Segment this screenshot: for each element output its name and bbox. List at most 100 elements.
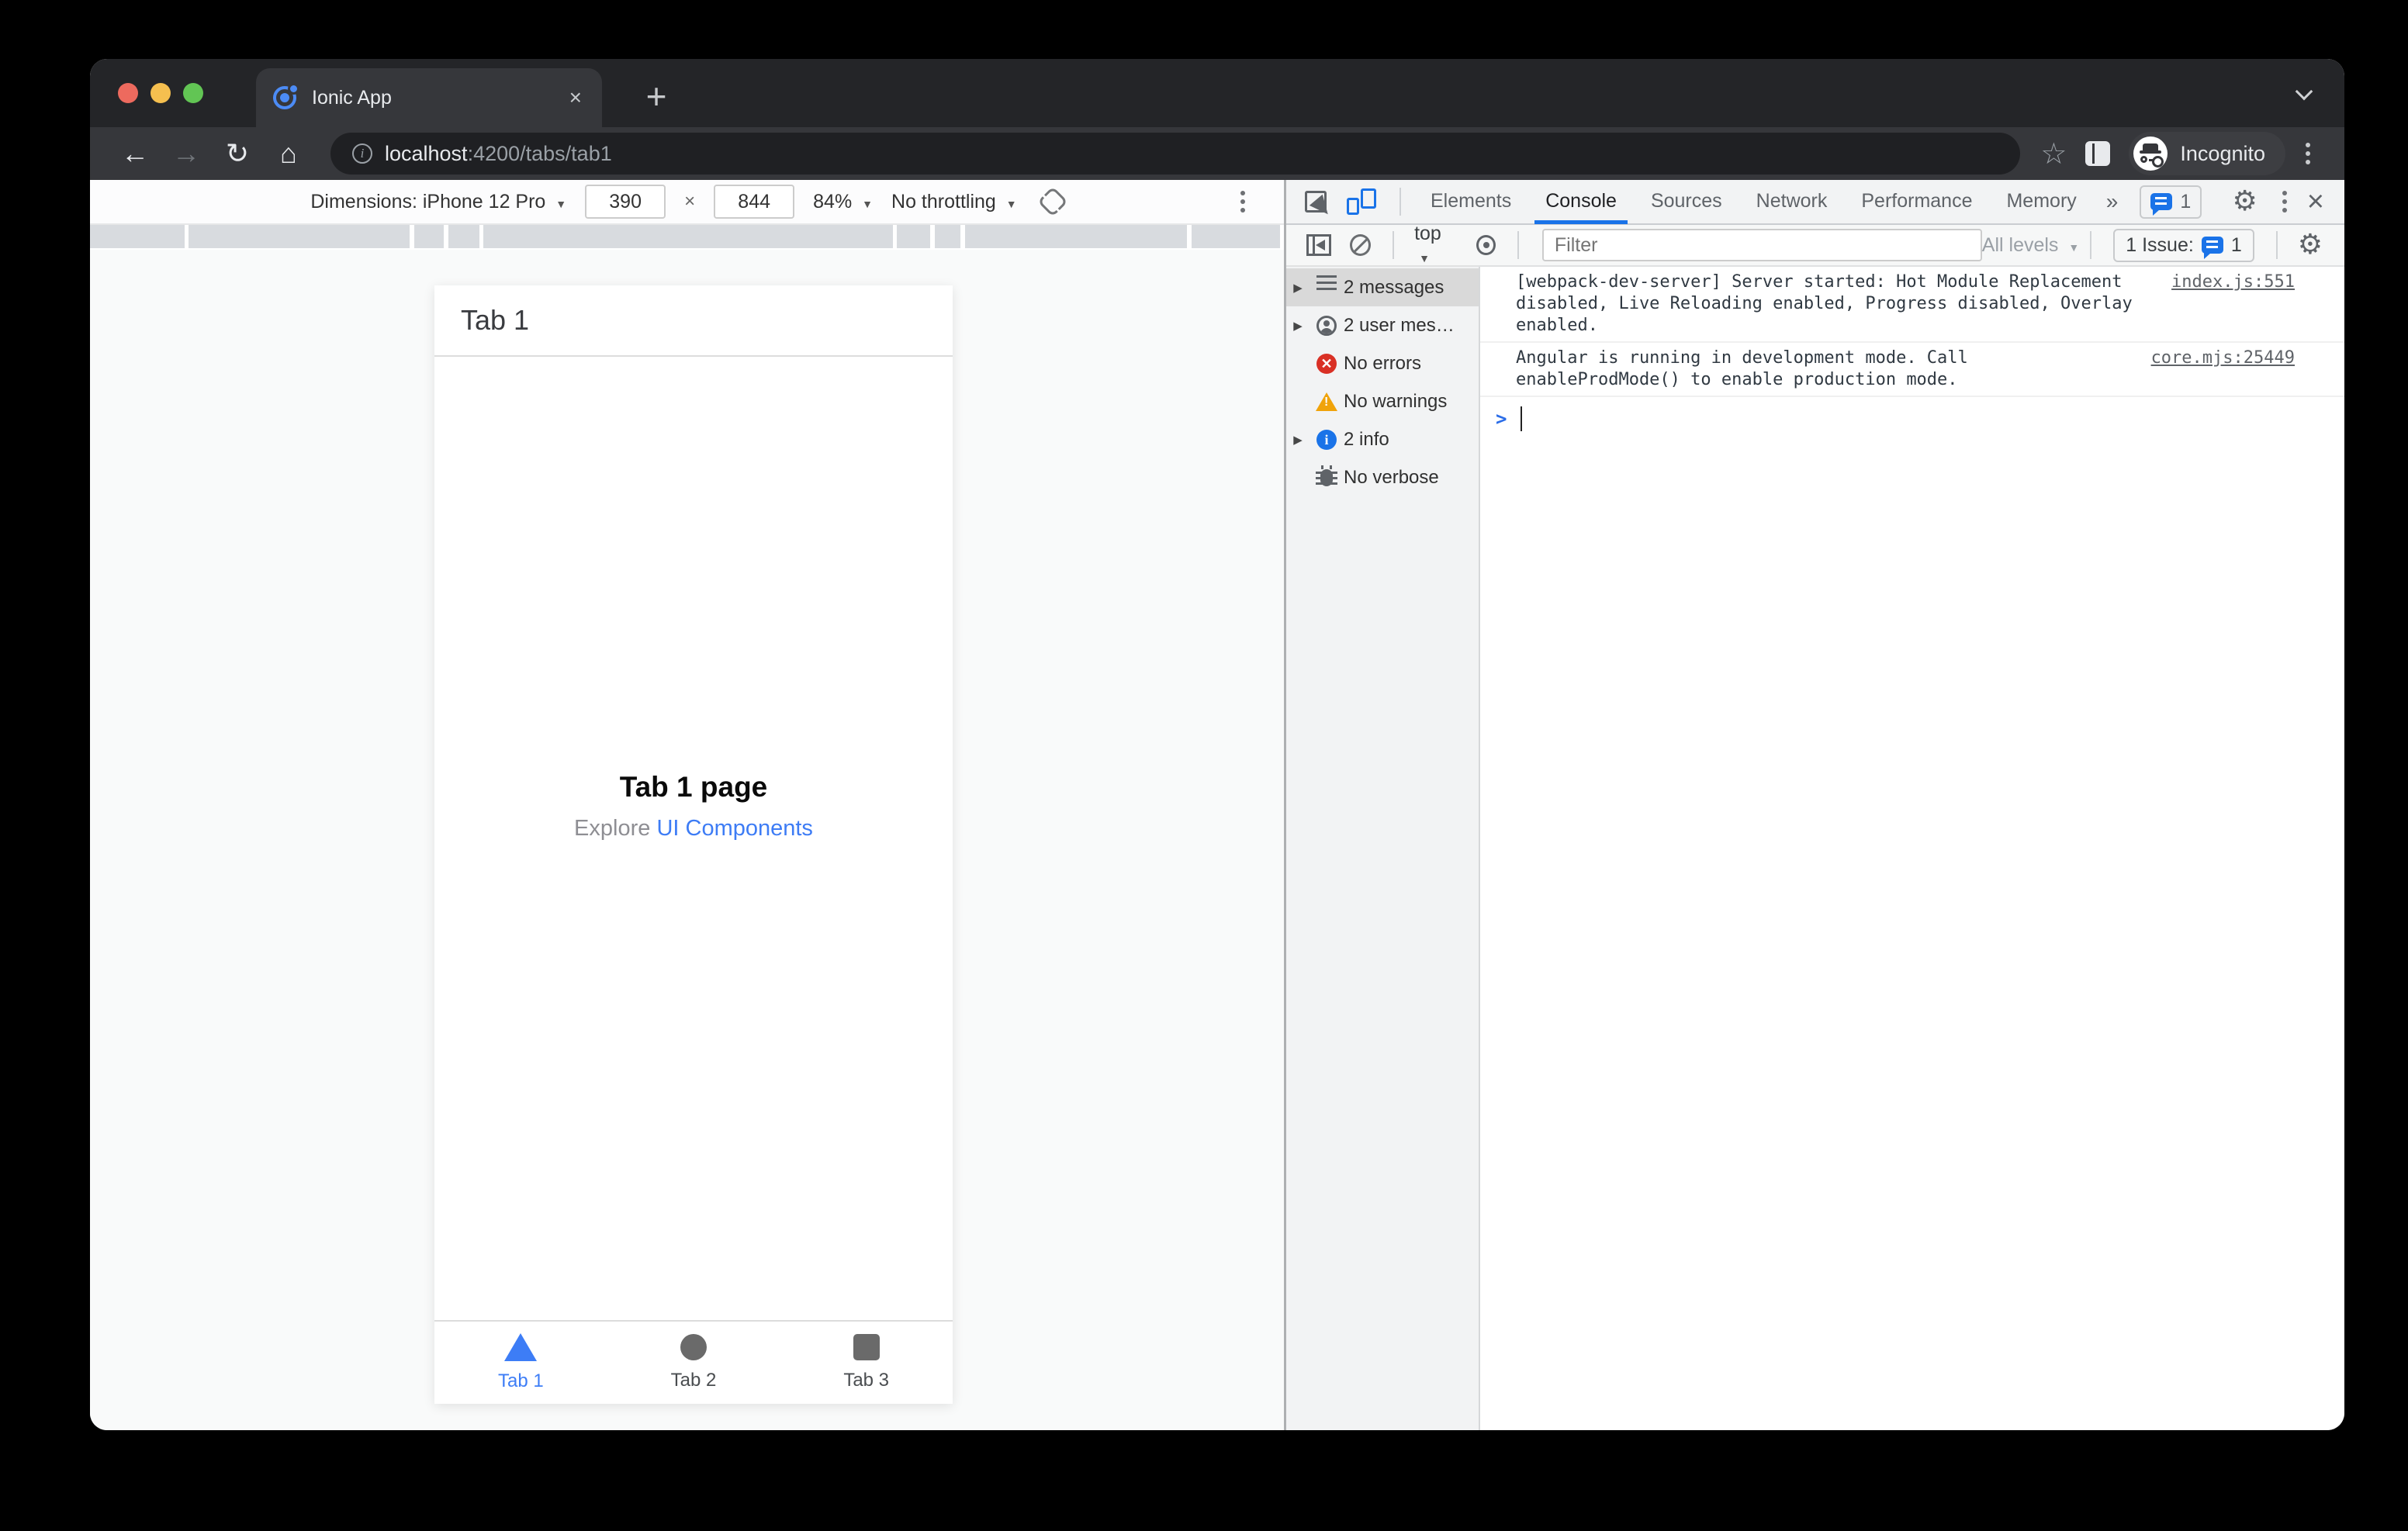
tab-search-chevron-icon[interactable] bbox=[2295, 82, 2313, 101]
issues-count: 1 bbox=[2180, 190, 2192, 213]
media-query-segment[interactable] bbox=[935, 225, 960, 248]
console-sidebar-toggle-icon[interactable] bbox=[1306, 234, 1332, 256]
source-link[interactable]: core.mjs:25449 bbox=[2128, 347, 2295, 369]
side-panel-icon[interactable] bbox=[2085, 141, 2111, 166]
sidebar-item-errors[interactable]: ✕ No errors bbox=[1286, 344, 1479, 382]
tab-performance[interactable]: Performance bbox=[1846, 179, 1988, 224]
close-window-button[interactable] bbox=[118, 83, 138, 103]
sidebar-item-label: 2 user mes… bbox=[1344, 314, 1455, 336]
app-tab-label: Tab 1 bbox=[497, 1370, 544, 1391]
sidebar-item-label: No errors bbox=[1344, 352, 1422, 374]
more-tabs-icon[interactable]: » bbox=[2095, 189, 2129, 214]
console-message: [webpack-dev-server] Server started: Hot… bbox=[1480, 267, 2344, 343]
device-throttling-select[interactable]: No throttling ▼ bbox=[891, 191, 1017, 213]
browser-window: Ionic App × + ← → ↻ ⌂ i localhost:4200/t… bbox=[90, 59, 2344, 1430]
console-toolbar: top ▼ All levels ▼ 1 Issue: 1 ⚙ bbox=[1286, 223, 2344, 268]
log-levels-select[interactable]: All levels ▼ bbox=[1982, 234, 2079, 257]
dimensions-times-label: × bbox=[684, 191, 696, 212]
bookmark-star-icon[interactable]: ☆ bbox=[2040, 137, 2067, 171]
devtools-pane: Elements Console Sources Network Perform… bbox=[1286, 180, 2344, 1430]
prompt-chevron-icon: > bbox=[1496, 408, 1507, 430]
app-tab-bar: Tab 1 Tab 2 Tab 3 bbox=[434, 1320, 953, 1404]
source-link[interactable]: index.js:551 bbox=[2148, 271, 2295, 293]
issue-count: 1 bbox=[2230, 233, 2242, 256]
console-prompt[interactable]: > bbox=[1480, 397, 2344, 441]
tab-network[interactable]: Network bbox=[1741, 179, 1843, 224]
expand-arrow-icon[interactable]: ▶ bbox=[1286, 319, 1310, 333]
divider bbox=[1517, 231, 1519, 259]
browser-menu-icon[interactable] bbox=[2306, 151, 2310, 156]
media-query-segment[interactable] bbox=[1192, 225, 1280, 248]
console-filter-input[interactable] bbox=[1541, 229, 1982, 261]
device-zoom-select[interactable]: 84% ▼ bbox=[813, 191, 873, 213]
media-query-segment[interactable] bbox=[483, 225, 893, 248]
expand-arrow-icon[interactable]: ▶ bbox=[1286, 433, 1310, 447]
devtools-menu-icon[interactable] bbox=[2282, 199, 2287, 204]
sidebar-item-user-messages[interactable]: ▶ 2 user mes… bbox=[1286, 306, 1479, 344]
sidebar-item-info[interactable]: ▶ i 2 info bbox=[1286, 420, 1479, 458]
zoom-window-button[interactable] bbox=[183, 83, 203, 103]
toggle-device-toolbar-icon[interactable] bbox=[1347, 188, 1376, 215]
ui-components-link[interactable]: UI Components bbox=[656, 816, 813, 841]
divider bbox=[1393, 231, 1395, 259]
media-query-segment[interactable] bbox=[448, 225, 479, 248]
app-tab-label: Tab 3 bbox=[843, 1370, 890, 1391]
forward-button[interactable]: → bbox=[164, 140, 208, 168]
chevron-down-icon: ▼ bbox=[862, 197, 874, 210]
media-query-segment[interactable] bbox=[414, 225, 444, 248]
tab-elements[interactable]: Elements bbox=[1415, 179, 1527, 224]
device-width-input[interactable] bbox=[585, 185, 666, 219]
app-tab-3[interactable]: Tab 3 bbox=[780, 1322, 953, 1404]
back-button[interactable]: ← bbox=[113, 140, 157, 168]
tab-console[interactable]: Console bbox=[1530, 179, 1632, 224]
triangle-icon bbox=[504, 1333, 538, 1361]
console-context-select[interactable]: top ▼ bbox=[1414, 223, 1459, 268]
issues-counter[interactable]: 1 bbox=[2140, 185, 2202, 219]
person-icon bbox=[1316, 315, 1337, 336]
media-query-segment[interactable] bbox=[90, 225, 185, 248]
app-tab-1[interactable]: Tab 1 bbox=[434, 1322, 607, 1404]
rotate-device-icon[interactable] bbox=[1036, 186, 1068, 217]
browser-toolbar: ← → ↻ ⌂ i localhost:4200/tabs/tab1 ☆ Inc… bbox=[90, 127, 2344, 180]
browser-tabstrip: Ionic App × + bbox=[90, 59, 2344, 127]
device-height-input[interactable] bbox=[714, 185, 795, 219]
console-message-text: Angular is running in development mode. … bbox=[1516, 348, 1968, 389]
url-text[interactable]: localhost:4200/tabs/tab1 bbox=[385, 142, 612, 166]
media-query-segment[interactable] bbox=[965, 225, 1187, 248]
create-live-expression-icon[interactable] bbox=[1476, 235, 1496, 255]
sidebar-item-warnings[interactable]: No warnings bbox=[1286, 382, 1479, 420]
issues-button[interactable]: 1 Issue: 1 bbox=[2113, 228, 2254, 262]
site-info-icon[interactable]: i bbox=[352, 143, 372, 164]
home-button[interactable]: ⌂ bbox=[267, 140, 310, 168]
ionic-favicon-icon bbox=[273, 83, 299, 109]
media-query-segment[interactable] bbox=[189, 225, 410, 248]
device-dimensions-select[interactable]: Dimensions: iPhone 12 Pro ▼ bbox=[310, 191, 566, 213]
tab-close-icon[interactable]: × bbox=[563, 84, 588, 112]
sidebar-item-label: 2 info bbox=[1344, 428, 1389, 450]
device-toolbar-menu-icon[interactable] bbox=[1240, 199, 1245, 204]
minimize-window-button[interactable] bbox=[150, 83, 171, 103]
console-message: Angular is running in development mode. … bbox=[1480, 343, 2344, 397]
devtools-settings-icon[interactable]: ⚙ bbox=[2223, 188, 2267, 216]
media-query-segment[interactable] bbox=[897, 225, 930, 248]
sidebar-item-all-messages[interactable]: ▶ 2 messages bbox=[1286, 268, 1479, 306]
divider bbox=[2275, 231, 2278, 259]
inspect-element-icon[interactable] bbox=[1305, 191, 1327, 213]
address-bar[interactable]: i localhost:4200/tabs/tab1 bbox=[330, 133, 2021, 175]
tab-sources[interactable]: Sources bbox=[1635, 179, 1738, 224]
device-toolbar: Dimensions: iPhone 12 Pro ▼ × 84% ▼ No t… bbox=[90, 180, 1284, 225]
reload-button[interactable]: ↻ bbox=[216, 140, 259, 168]
tab-memory[interactable]: Memory bbox=[1991, 179, 2091, 224]
devtools-close-icon[interactable]: × bbox=[2302, 187, 2334, 216]
square-icon bbox=[853, 1334, 880, 1360]
issues-bubble-icon bbox=[2201, 237, 2223, 259]
app-tab-2[interactable]: Tab 2 bbox=[607, 1322, 780, 1404]
warning-icon bbox=[1316, 392, 1337, 411]
browser-tab-ionic-app[interactable]: Ionic App × bbox=[256, 68, 602, 127]
expand-arrow-icon[interactable]: ▶ bbox=[1286, 281, 1310, 295]
console-settings-icon[interactable]: ⚙ bbox=[2289, 231, 2332, 259]
sidebar-item-verbose[interactable]: No verbose bbox=[1286, 458, 1479, 496]
clear-console-icon[interactable] bbox=[1350, 234, 1372, 256]
divider bbox=[1399, 188, 1401, 216]
new-tab-button[interactable]: + bbox=[633, 73, 680, 119]
